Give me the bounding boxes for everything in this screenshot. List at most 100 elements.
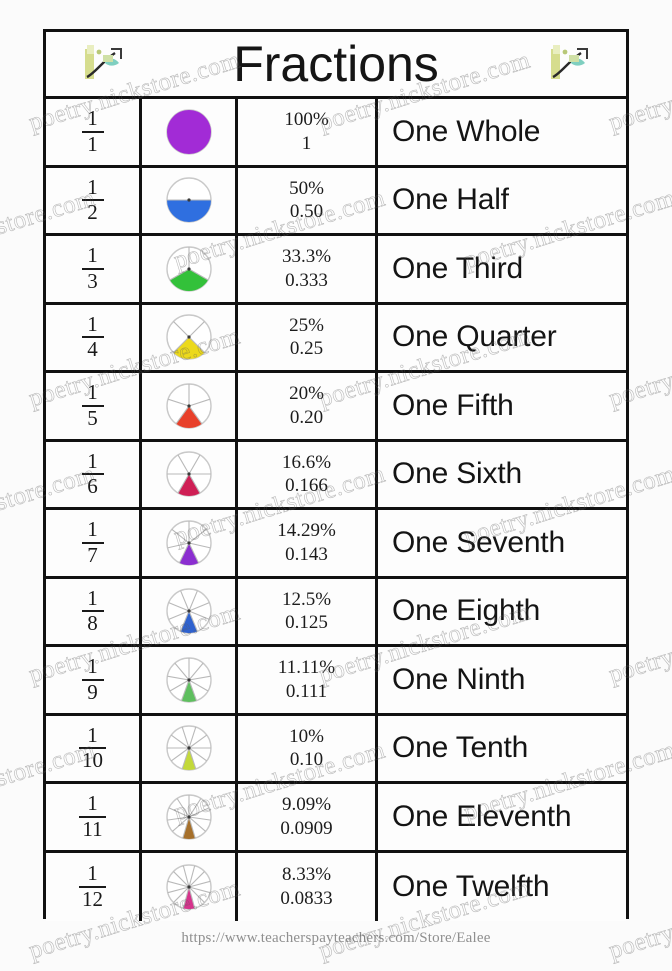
pie-chart-icon [142, 647, 238, 713]
fraction-cell: 18 [46, 578, 142, 644]
percent-value: 100% [284, 109, 329, 130]
fraction-cell: 12 [46, 167, 142, 233]
fraction-name: One Third [392, 251, 524, 285]
fraction-glyph: 1 10 [79, 722, 106, 772]
fraction-numerator: 1 [87, 243, 98, 268]
title-row: Fractions [46, 32, 626, 99]
decimal-value: 0.25 [289, 338, 324, 360]
table-row: 1 2 50% 0.50 One Half [46, 167, 626, 236]
fraction-denominator: 2 [87, 200, 98, 225]
pie-chart-icon [142, 236, 238, 302]
fraction-numerator: 1 [87, 585, 98, 610]
fraction-denominator: 5 [87, 405, 98, 430]
percent-value: 14.29% [277, 520, 336, 541]
fraction-denominator: 9 [87, 679, 98, 704]
percent-value: 11.11% [277, 657, 336, 678]
fraction-numerator: 1 [87, 311, 98, 336]
percent-value: 33.3% [281, 246, 332, 267]
fraction-glyph: 13 [81, 243, 104, 292]
fraction-cell: 15 [46, 373, 142, 439]
leaf-logo-icon [81, 43, 125, 85]
fractions-poster: Fractions 1 1 100% 1 One Whole 1 2 50% 0.50 One H… [0, 0, 672, 971]
fraction-glyph: 16 [81, 448, 104, 498]
page-title: Fractions [233, 36, 439, 92]
pie-chart-icon [142, 715, 238, 781]
fraction-numerator: 1 [87, 654, 98, 679]
pie-chart-icon [142, 373, 238, 439]
fraction-glyph: 14 [81, 311, 104, 361]
fraction-numerator: 1 [87, 791, 98, 816]
fraction-name: One Fifth [392, 388, 514, 422]
decimal-value: 0.20 [289, 406, 324, 428]
fraction-denominator: 11 [82, 816, 103, 841]
fraction-numerator: 1 [87, 106, 98, 131]
fraction-glyph: 1 12 [79, 861, 106, 910]
fraction-name: One Twelfth [392, 869, 550, 903]
name-cell: One Fifth [378, 373, 626, 439]
value-cell: 14.29% 0.143 [238, 510, 378, 576]
percent-value: 16.6% [281, 451, 332, 473]
value-cell: 20% 0.20 [238, 373, 378, 439]
table-row: 1 11 9.09% 0.0909 One Eleventh [46, 784, 626, 853]
table-row: 1 6 16.6% 0.166 One Sixth [46, 441, 626, 510]
fraction-cell: 1 10 [46, 715, 142, 781]
fractions-table: Fractions 1 1 100% 1 One Whole 1 2 50% 0.50 One H… [43, 29, 629, 921]
fraction-denominator: 7 [87, 542, 98, 567]
fraction-glyph: 11 [81, 106, 104, 156]
decimal-value: 0.143 [285, 543, 328, 565]
fraction-name: One Sixth [392, 457, 522, 491]
pie-chart-icon [142, 441, 238, 507]
name-cell: One Quarter [378, 305, 626, 371]
fraction-cell: 16 [46, 441, 142, 507]
fraction-numerator: 1 [87, 517, 98, 542]
percent-value: 50% [289, 177, 324, 199]
decimal-value: 0.125 [285, 612, 328, 634]
fraction-cell: 13 [46, 236, 142, 302]
fraction-name: One Ninth [392, 662, 526, 696]
name-cell: One Tenth [378, 716, 626, 782]
pie-chart-icon [142, 852, 238, 921]
decimal-value: 0.111 [285, 680, 328, 702]
name-cell: One Eighth [378, 579, 626, 645]
fraction-numerator: 1 [87, 448, 98, 473]
fraction-glyph: 15 [81, 381, 104, 430]
table-row: 1 1 100% 1 One Whole [46, 99, 626, 168]
value-cell: 50% 0.50 [238, 167, 378, 233]
leaf-logo-icon-right [547, 43, 591, 85]
value-cell: 16.6% 0.166 [238, 441, 378, 507]
fraction-numerator: 1 [87, 722, 98, 747]
name-cell: One Half [378, 168, 626, 234]
table-row: 1 9 11.11% 0.111 One Ninth [46, 647, 626, 716]
fraction-numerator: 1 [87, 861, 98, 886]
decimal-value: 0.10 [289, 749, 324, 771]
percent-value: 12.5% [281, 588, 332, 610]
fraction-name: One Seventh [392, 525, 565, 559]
pie-chart-icon [142, 784, 238, 850]
fraction-name: One Quarter [392, 320, 557, 354]
value-cell: 25% 0.25 [238, 304, 378, 370]
fraction-numerator: 1 [87, 174, 98, 199]
pie-chart-icon [142, 304, 238, 370]
pie-chart-icon [142, 578, 238, 644]
name-cell: One Whole [378, 99, 626, 165]
name-cell: One Seventh [378, 510, 626, 576]
table-row: 1 8 12.5% 0.125 One Eighth [46, 578, 626, 647]
name-cell: One Ninth [378, 647, 626, 713]
fraction-glyph: 1 11 [79, 791, 106, 841]
pie-chart-icon [142, 510, 238, 576]
name-cell: One Sixth [378, 442, 626, 508]
fraction-cell: 1 11 [46, 784, 142, 850]
decimal-value: 0.166 [285, 475, 328, 497]
percent-value: 25% [289, 314, 324, 336]
footer-url: https://www.teacherspayteachers.com/Stor… [181, 930, 491, 946]
fraction-cell: 17 [46, 510, 142, 576]
decimal-value: 0.0909 [280, 817, 333, 839]
decimal-value: 1 [301, 132, 312, 154]
fraction-name: One Whole [392, 114, 541, 148]
pie-chart-icon [142, 99, 238, 165]
fraction-denominator: 1 [87, 131, 98, 156]
name-cell: One Third [378, 236, 626, 302]
decimal-value: 0.50 [289, 201, 324, 223]
fraction-name: One Eighth [392, 594, 541, 628]
pie-chart-icon [142, 167, 238, 233]
